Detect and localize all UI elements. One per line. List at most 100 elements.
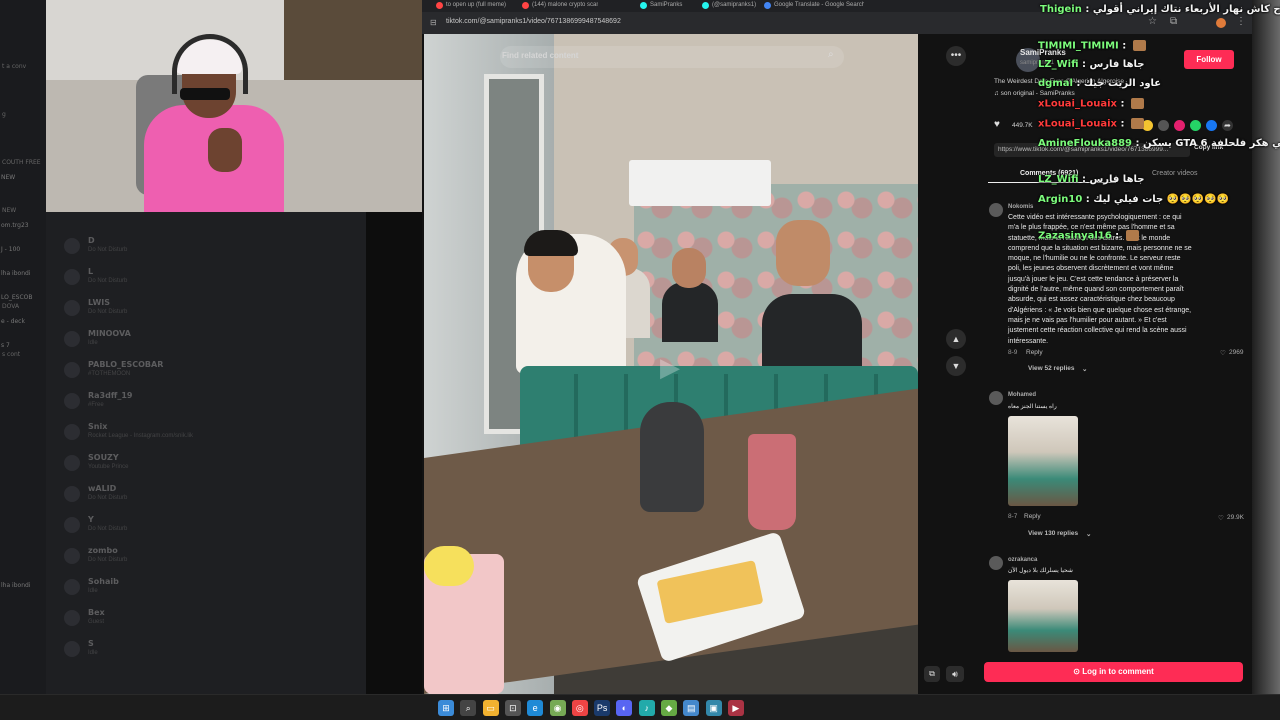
follow-button[interactable]: Follow: [1184, 50, 1234, 69]
tab-creator-videos[interactable]: Creator videos: [1152, 170, 1198, 177]
sidebar-label[interactable]: J - 100: [1, 246, 20, 253]
tab-label: to open up (full meme): [446, 2, 507, 8]
sidebar-label[interactable]: s 7: [1, 342, 10, 349]
channel-item[interactable]: [0, 231, 46, 246]
channel-item[interactable]: NEW: [0, 207, 46, 222]
discord-icon[interactable]: ◐: [616, 700, 633, 716]
browser-tab[interactable]: to open up (full meme): [432, 0, 512, 12]
video-icon[interactable]: ▶: [727, 700, 744, 716]
heart-icon[interactable]: ♥: [994, 119, 1000, 130]
channel-item[interactable]: [0, 183, 46, 198]
avatar[interactable]: [989, 391, 1003, 405]
comment-author[interactable]: ozrakanca: [1008, 557, 1037, 563]
chevron-down-icon[interactable]: ⌄: [1086, 530, 1091, 538]
play-icon[interactable]: ▶: [660, 352, 680, 383]
picture-in-picture-icon[interactable]: ⧉: [924, 666, 940, 682]
member-row[interactable]: wALID Do Not Disturb: [58, 484, 358, 515]
video-statuette: [640, 402, 704, 512]
member-row[interactable]: zombo Do Not Disturb: [58, 546, 358, 577]
url-text[interactable]: tiktok.com/@samipranks1/video/7671386999…: [446, 18, 621, 25]
channel-item[interactable]: g: [0, 111, 46, 126]
app-icon[interactable]: ◉: [549, 700, 566, 716]
comment-author[interactable]: Mohamed: [1008, 392, 1036, 398]
app3-icon[interactable]: ◆: [661, 700, 677, 716]
comment-image[interactable]: [1008, 416, 1078, 506]
chrome-icon[interactable]: ◎: [571, 700, 588, 716]
sidebar-label[interactable]: lha ibondi: [1, 270, 30, 277]
files-icon[interactable]: ▭: [482, 700, 499, 716]
chat-message: Zazasinyal16 :: [1038, 230, 1139, 242]
volume-icon[interactable]: 🔊︎: [946, 666, 964, 682]
member-row[interactable]: SOUZY Youtube Prince: [58, 453, 358, 484]
comment-image[interactable]: [1008, 580, 1078, 652]
channel-item[interactable]: DOVA: [0, 303, 46, 318]
edge-icon[interactable]: e: [527, 700, 544, 716]
site-info-icon[interactable]: ⊟: [430, 18, 437, 27]
member-row[interactable]: MINOOVA Idle: [58, 329, 358, 360]
previous-video-button[interactable]: ▲: [946, 329, 966, 349]
member-row[interactable]: Y Do Not Disturb: [58, 515, 358, 546]
comment-author[interactable]: Nokomis: [1008, 204, 1033, 210]
avatar: [64, 269, 80, 285]
avatar[interactable]: [989, 556, 1003, 570]
channel-item[interactable]: s cont: [0, 351, 46, 366]
avatar[interactable]: [989, 203, 1003, 217]
channel-item[interactable]: [0, 39, 46, 54]
browser-address-bar[interactable]: ⊟ tiktok.com/@samipranks1/video/76713869…: [422, 12, 1252, 34]
member-row[interactable]: Sohaib Idle: [58, 577, 358, 608]
photoshop-icon[interactable]: Ps: [594, 700, 611, 716]
member-row[interactable]: L Do Not Disturb: [58, 267, 358, 298]
store-icon[interactable]: ⊡: [504, 700, 521, 716]
member-row[interactable]: PABLO_ESCOBAR #TOTHEMOON: [58, 360, 358, 391]
whatsapp-icon[interactable]: [1190, 120, 1201, 131]
channel-item[interactable]: [0, 135, 46, 150]
next-video-button[interactable]: ▼: [946, 356, 966, 376]
view-replies-button[interactable]: View 130 replies: [1028, 530, 1078, 537]
member-row[interactable]: D Do Not Disturb: [58, 236, 358, 267]
search-icon[interactable]: ⌕: [828, 49, 834, 60]
sidebar-label[interactable]: NEW: [1, 174, 15, 181]
channel-item[interactable]: [0, 327, 46, 342]
comment-heart-icon[interactable]: ♡: [1220, 349, 1226, 357]
reply-button[interactable]: Reply: [1026, 349, 1043, 356]
profile-avatar[interactable]: [1216, 18, 1226, 28]
tiktok-video-player[interactable]: Find related content ⌕ ▶: [424, 34, 918, 694]
channel-item[interactable]: t a conv: [0, 63, 46, 78]
windows-icon[interactable]: ⊞: [438, 700, 454, 716]
browser-tab[interactable]: (144) malone crypto scammer: [518, 0, 598, 12]
sidebar-label[interactable]: lha ibondi: [1, 582, 30, 589]
member-row[interactable]: Ra3dff_19 #Free: [58, 391, 358, 422]
app5-icon[interactable]: ▣: [705, 700, 722, 716]
sidebar-label[interactable]: LO_ESCOB: [1, 294, 32, 301]
avatar: [64, 331, 80, 347]
view-replies-button[interactable]: View 52 replies: [1028, 365, 1075, 372]
member-row[interactable]: S Idle: [58, 639, 358, 670]
extensions-icon[interactable]: ⧉: [1170, 16, 1177, 27]
browser-tab[interactable]: Google Translate - Google Search: [760, 0, 864, 12]
search-icon[interactable]: ⌕: [460, 700, 477, 716]
comment-heart-icon[interactable]: ♡: [1218, 514, 1224, 522]
member-row[interactable]: Snix Rocket League - Instagram.com/snik.l…: [58, 422, 358, 453]
login-to-comment-button[interactable]: ⊙ Log in to comment: [984, 662, 1243, 682]
embed-icon[interactable]: [1158, 120, 1169, 131]
channel-item[interactable]: COUTH FREE: [0, 159, 46, 174]
bookmark-star-icon[interactable]: ☆: [1148, 16, 1157, 27]
member-status: Do Not Disturb: [88, 247, 128, 253]
reply-button[interactable]: Reply: [1024, 513, 1041, 520]
sidebar-label[interactable]: e - deck: [1, 318, 25, 325]
forward-icon[interactable]: ➦: [1222, 120, 1233, 131]
video-sound[interactable]: ♫ son original - SamiPranks: [994, 90, 1075, 97]
channel-item[interactable]: [0, 87, 46, 102]
member-row[interactable]: Bex Guest: [58, 608, 358, 639]
chevron-down-icon[interactable]: ⌄: [1082, 365, 1087, 373]
member-row[interactable]: LWIS Do Not Disturb: [58, 298, 358, 329]
channel-item[interactable]: [0, 279, 46, 294]
app4-icon[interactable]: ▤: [683, 700, 700, 716]
more-options-button[interactable]: •••: [946, 46, 966, 66]
channel-item[interactable]: [0, 255, 46, 270]
facebook-icon[interactable]: [1206, 120, 1217, 131]
app2-icon[interactable]: ♪: [638, 700, 655, 716]
friends-share-icon[interactable]: [1174, 120, 1185, 131]
sidebar-label[interactable]: om.trg23: [1, 222, 29, 229]
browser-menu-icon[interactable]: ⋮: [1236, 16, 1246, 27]
